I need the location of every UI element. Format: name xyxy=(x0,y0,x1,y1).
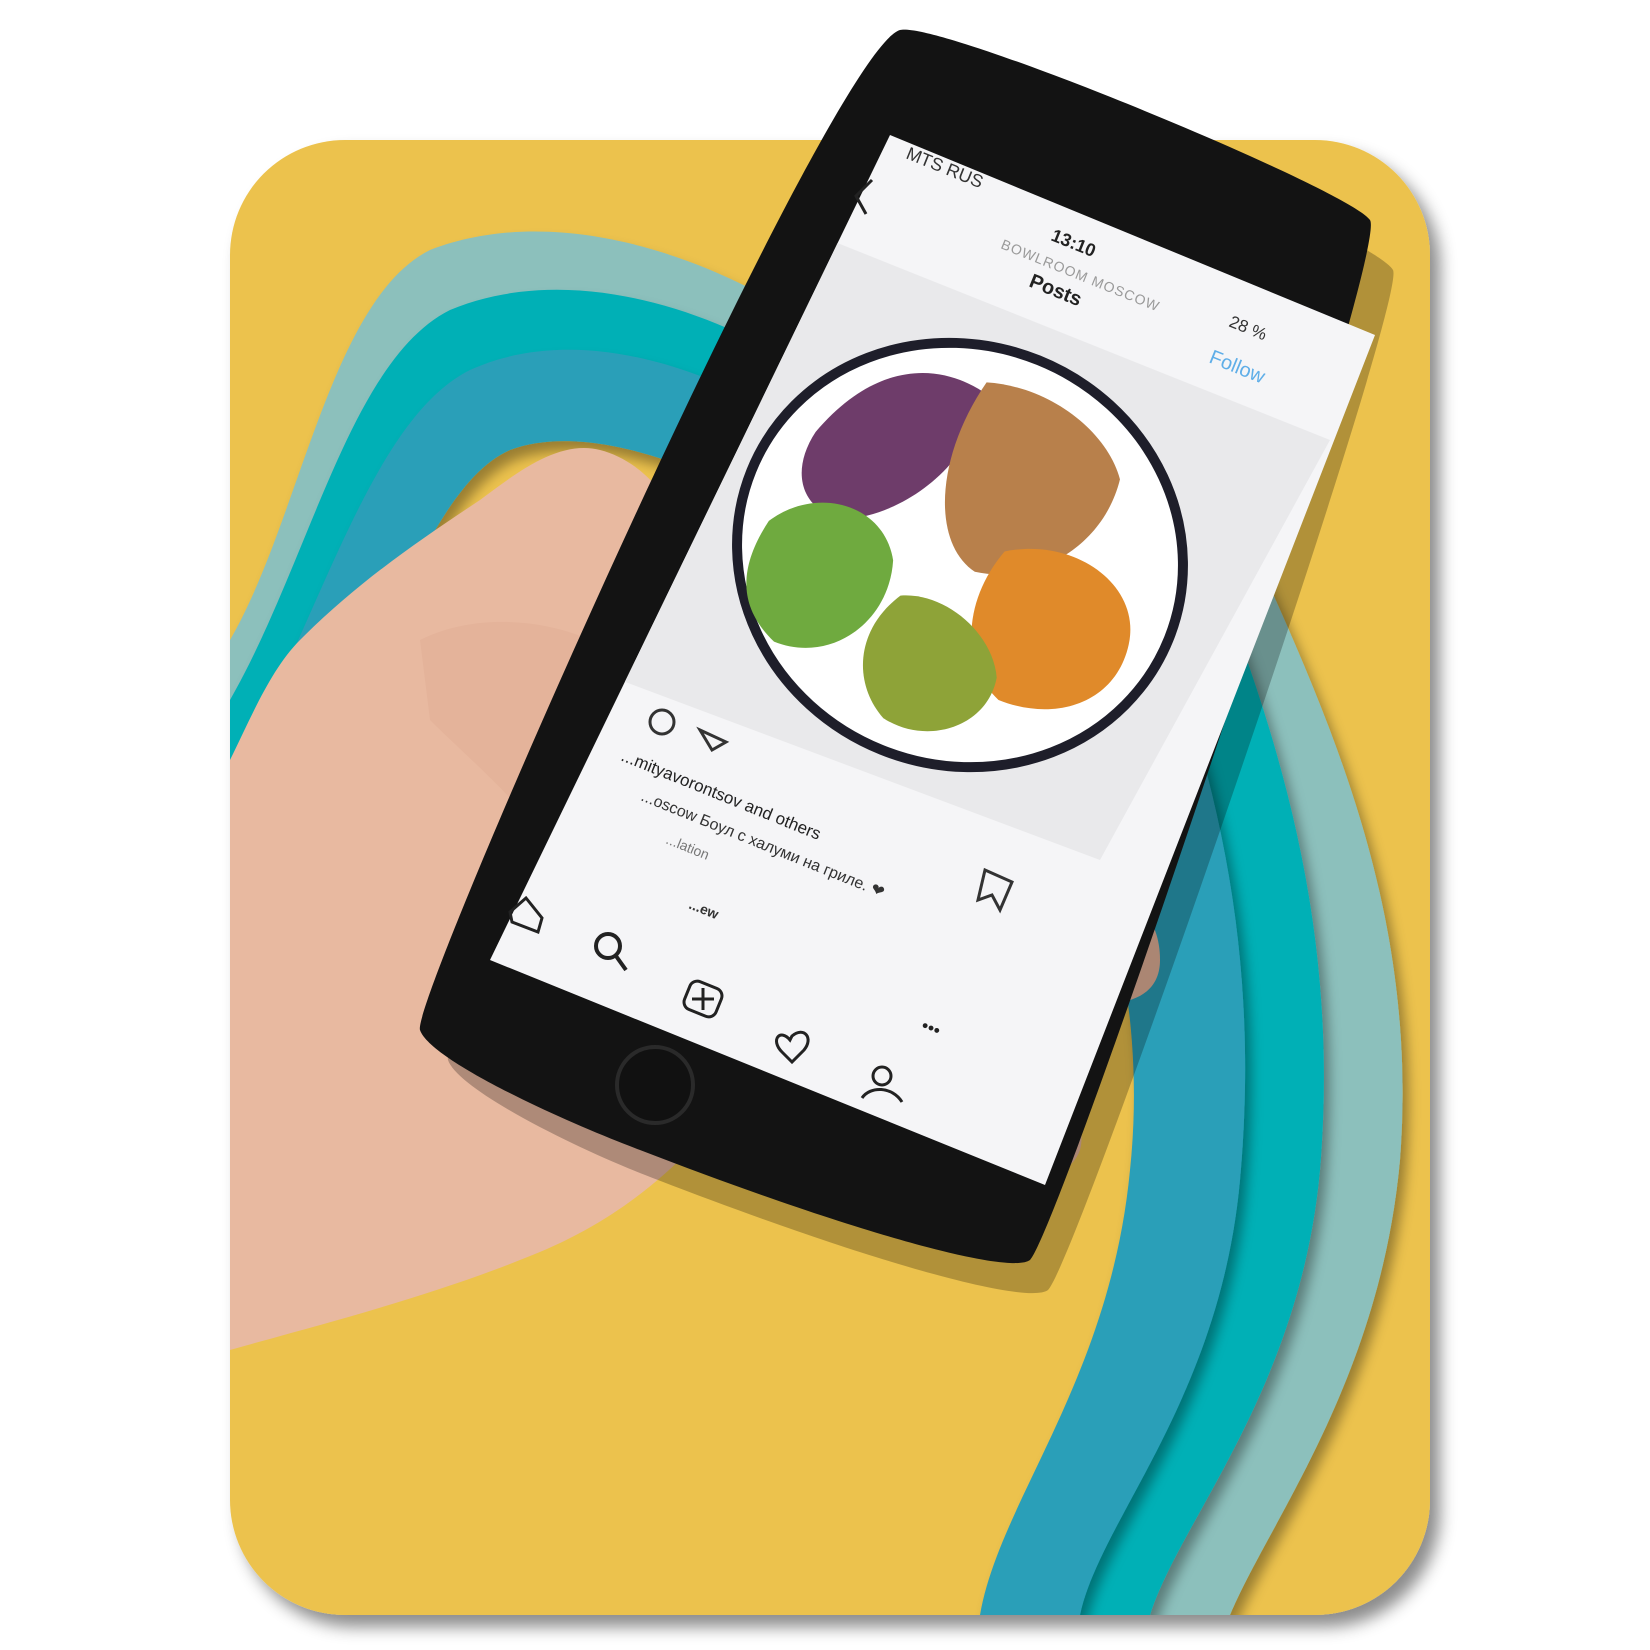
scene: MTS RUS 13:10 28 % BOWLROOM MOSCOW Posts… xyxy=(230,29,1430,1615)
home-button[interactable] xyxy=(615,1045,695,1125)
